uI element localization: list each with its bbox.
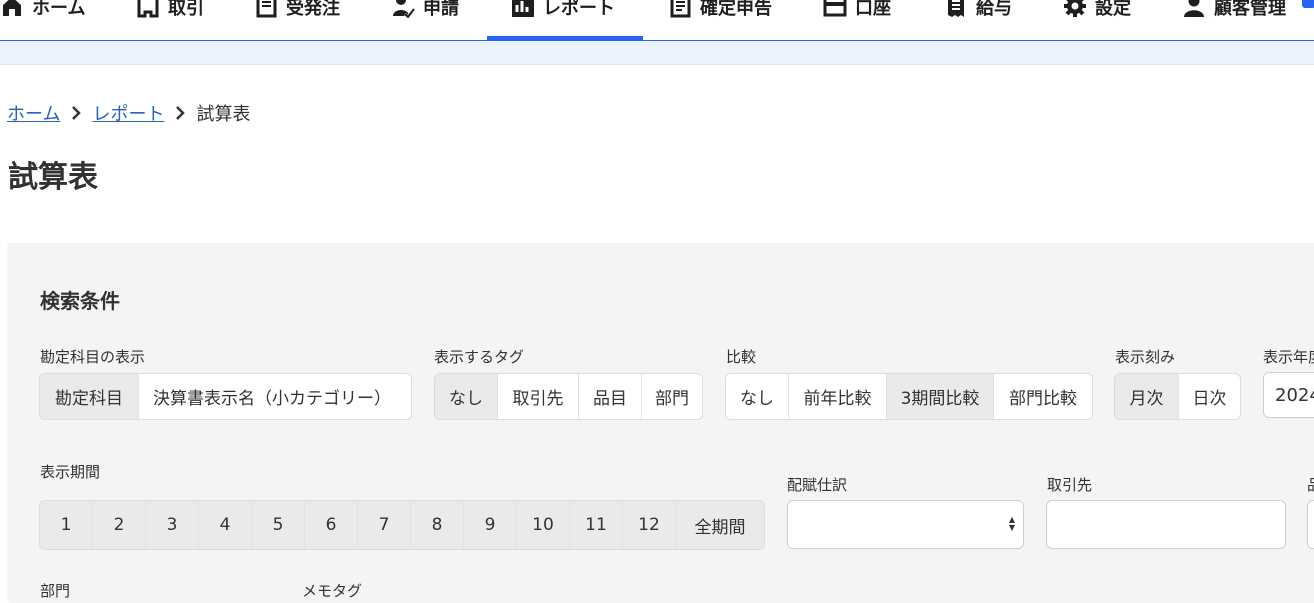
chevron-right-icon	[72, 106, 82, 120]
period-option[interactable]: 12	[623, 501, 676, 549]
partner-input[interactable]	[1046, 500, 1286, 549]
period-option[interactable]: 全期間	[676, 501, 764, 549]
deal-icon	[137, 0, 159, 18]
account-display-option[interactable]: 決算書表示名（小カテゴリー）	[139, 374, 411, 419]
nav-item-accounts[interactable]: 口座	[823, 0, 891, 40]
account-display-option[interactable]: 勘定科目	[40, 374, 139, 419]
nav-active-indicator	[487, 36, 643, 40]
memo-tag-label: メモタグ	[302, 582, 363, 600]
nav-item-label: レポート	[543, 0, 615, 19]
compare-toggle: なし 前年比較 3期間比較 部門比較	[725, 373, 1093, 420]
user-icon	[1184, 0, 1204, 17]
search-conditions-title: 検索条件	[40, 289, 120, 313]
tag-display-label: 表示するタグ	[434, 348, 525, 366]
breadcrumb-reports-link[interactable]: レポート	[92, 100, 164, 126]
compare-label: 比較	[726, 348, 757, 366]
nav-item-reports[interactable]: レポート	[511, 0, 615, 40]
nav-item-orders[interactable]: 受発注	[254, 0, 340, 40]
payroll-icon	[948, 0, 964, 17]
tag-display-option[interactable]: 取引先	[498, 374, 579, 419]
allocation-select[interactable]: ▲ ▼	[787, 500, 1024, 549]
nav-item-label: 設定	[1095, 0, 1131, 19]
breadcrumb-home-link[interactable]: ホーム	[7, 100, 60, 126]
nav-item-home[interactable]: ホーム	[0, 0, 85, 40]
nav-item-payroll[interactable]: 給与	[944, 0, 1012, 40]
interval-option[interactable]: 月次	[1115, 374, 1179, 419]
nav-item-deals[interactable]: 取引	[136, 0, 204, 40]
nav-item-label: 口座	[855, 0, 891, 19]
nav-item-tax-return[interactable]: 確定申告	[668, 0, 772, 40]
wallet-icon	[823, 0, 847, 17]
interval-option[interactable]: 日次	[1179, 374, 1240, 419]
period-option[interactable]: 6	[305, 501, 358, 549]
approval-icon	[393, 0, 415, 18]
period-option[interactable]: 7	[358, 501, 411, 549]
item-label: 品目	[1307, 474, 1314, 495]
partner-label: 取引先	[1047, 476, 1093, 494]
period-option[interactable]: 11	[570, 501, 623, 549]
period-option[interactable]: 2	[93, 501, 146, 549]
compare-option[interactable]: なし	[726, 374, 789, 419]
breadcrumb: ホーム レポート 試算表	[7, 100, 250, 126]
period-option[interactable]: 5	[252, 501, 305, 549]
page-title: 試算表	[8, 160, 98, 195]
top-navigation: ホーム 取引 受発注 申請 レポート 確定申告 口座 給与 設定 顧客管理	[0, 0, 1314, 41]
nav-item-approvals[interactable]: 申請	[391, 0, 459, 40]
year-label: 表示年度	[1263, 348, 1314, 366]
report-icon	[512, 0, 534, 17]
sub-navigation-bar	[0, 41, 1314, 65]
compare-option[interactable]: 部門比較	[994, 374, 1092, 419]
chevron-right-icon	[176, 106, 186, 120]
nav-item-label: 顧客管理	[1214, 0, 1286, 19]
account-display-toggle: 勘定科目 決算書表示名（小カテゴリー）	[39, 373, 412, 420]
period-option[interactable]: 9	[464, 501, 517, 549]
period-option[interactable]: 10	[517, 501, 570, 549]
item-input[interactable]	[1307, 500, 1314, 549]
account-display-label: 勘定科目の表示	[40, 348, 146, 366]
gear-icon	[1064, 0, 1086, 17]
nav-item-label: 確定申告	[700, 0, 772, 19]
nav-item-label: ホーム	[32, 0, 86, 19]
nav-item-label: 申請	[423, 0, 459, 19]
period-label: 表示期間	[40, 463, 101, 481]
department-label: 部門	[40, 582, 71, 600]
interval-label: 表示刻み	[1115, 348, 1176, 366]
tag-display-option[interactable]: なし	[435, 374, 498, 419]
period-option[interactable]: 8	[411, 501, 464, 549]
breadcrumb-current: 試算表	[196, 104, 251, 125]
period-option[interactable]: 4	[199, 501, 252, 549]
compare-option[interactable]: 前年比較	[789, 374, 887, 419]
allocation-label: 配賦仕訳	[787, 476, 848, 494]
period-selector: 1 2 3 4 5 6 7 8 9 10 11 12 全期間	[39, 500, 765, 550]
tax-return-icon	[670, 0, 691, 18]
nav-item-label: 受発注	[286, 0, 340, 19]
nav-item-customers[interactable]: 顧客管理	[1182, 0, 1286, 40]
interval-toggle: 月次 日次	[1114, 373, 1241, 420]
tag-display-option[interactable]: 部門	[642, 374, 702, 419]
year-value: 2024	[1275, 384, 1314, 406]
select-arrows-icon: ▲ ▼	[1008, 515, 1015, 532]
year-select[interactable]: 2024	[1263, 372, 1314, 418]
nav-item-label: 給与	[976, 0, 1012, 19]
tag-display-toggle: なし 取引先 品目 部門	[434, 373, 703, 420]
order-icon	[256, 0, 277, 18]
compare-option[interactable]: 3期間比較	[887, 374, 994, 419]
tag-display-option[interactable]: 品目	[579, 374, 642, 419]
nav-item-settings[interactable]: 設定	[1063, 0, 1131, 40]
period-option[interactable]: 3	[146, 501, 199, 549]
home-icon	[3, 0, 21, 16]
nav-item-label: 取引	[168, 0, 204, 19]
period-option[interactable]: 1	[40, 501, 93, 549]
nav-badge[interactable]	[1302, 0, 1314, 8]
